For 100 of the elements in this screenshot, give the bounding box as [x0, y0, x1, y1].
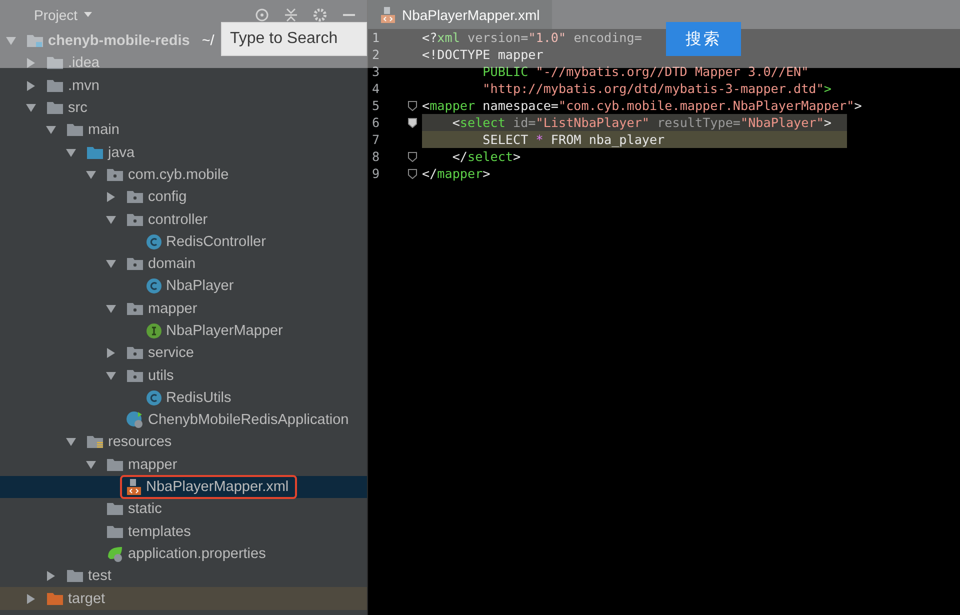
class-icon [146, 390, 162, 406]
line-number: 4 [371, 81, 381, 96]
tree-item-label: .idea [68, 55, 100, 72]
folder-icon [86, 146, 104, 160]
tree-item[interactable]: utils [126, 368, 174, 384]
tree-item[interactable]: main [66, 122, 120, 138]
collapsed-arrow-icon[interactable] [106, 348, 116, 358]
editor-tab[interactable]: NbaPlayerMapper.xml [368, 0, 552, 29]
tree-item-label: NbaPlayer [166, 278, 234, 294]
expanded-arrow-icon[interactable] [66, 437, 76, 448]
package-folder-icon [106, 168, 124, 182]
fold-marker-icon[interactable] [408, 118, 416, 128]
collapsed-arrow-icon[interactable] [106, 192, 116, 202]
search-field[interactable]: Type to Search [221, 22, 367, 56]
tree-item-label: target [68, 590, 106, 607]
xml-file-icon [126, 478, 142, 496]
tree-item-label: controller [148, 212, 208, 228]
minimize-icon[interactable] [343, 13, 355, 17]
tree-item[interactable]: java [86, 144, 135, 161]
line-number: 8 [371, 149, 381, 164]
caret-icon[interactable] [84, 12, 92, 18]
code-line: <!DOCTYPE mapper [422, 46, 544, 63]
line-number: 1 [371, 30, 381, 45]
code-line: </mapper> [422, 165, 490, 182]
folder-icon [46, 101, 64, 116]
excluded-tree-row[interactable]: target [0, 587, 367, 610]
tree-item[interactable]: resources [86, 434, 172, 450]
gear-icon[interactable] [313, 8, 327, 22]
folder-icon [46, 78, 64, 93]
tree-item[interactable]: src [46, 100, 88, 116]
folder-icon [66, 569, 84, 584]
line-number: 9 [371, 166, 381, 181]
tree-item[interactable]: domain [126, 256, 196, 272]
code-line: <?xml version="1.0" encoding= [422, 29, 642, 46]
tree-item[interactable]: config [126, 189, 187, 206]
tab-label: NbaPlayerMapper.xml [402, 6, 540, 22]
tree-item-label: resources [108, 434, 172, 450]
tree-item[interactable]: NbaPlayer [146, 278, 234, 294]
tree-item[interactable]: ChenybMobileRedisApplication [126, 411, 349, 430]
collapse-icon[interactable] [285, 8, 297, 22]
line-number: 5 [371, 98, 381, 113]
tree-item-label: RedisController [166, 234, 266, 250]
collapsed-arrow-icon[interactable] [26, 80, 36, 91]
xml-file-icon [380, 6, 396, 24]
tree-item-label: NbaPlayerMapper.xml [146, 479, 289, 496]
line-number: 3 [371, 64, 381, 79]
interface-icon [146, 323, 162, 339]
tree-item-label: .mvn [68, 78, 100, 94]
selected-tree-row[interactable]: NbaPlayerMapper.xml [0, 476, 367, 498]
target-icon[interactable] [255, 8, 269, 22]
tree-item[interactable]: application.properties [106, 544, 266, 563]
line-number: 7 [371, 132, 381, 147]
tree-item[interactable]: chenyb-mobile-redis ~/ [26, 33, 214, 50]
line-number: 2 [371, 47, 381, 62]
tree-item[interactable]: test [66, 568, 112, 584]
fold-marker-icon[interactable] [408, 100, 416, 110]
tree-item-label: chenyb-mobile-redis [48, 33, 190, 50]
fold-marker-icon[interactable] [408, 168, 416, 178]
expanded-arrow-icon[interactable] [26, 103, 36, 114]
spring-class-icon [126, 411, 144, 430]
collapsed-arrow-icon[interactable] [26, 594, 36, 604]
code-line: "http://mybatis.org/dtd/mybatis-3-mapper.dtd"> [482, 80, 832, 97]
tree-item[interactable]: service [126, 345, 194, 362]
expanded-arrow-icon[interactable] [86, 460, 96, 470]
tree-item[interactable]: mapper [126, 300, 198, 317]
expanded-arrow-icon[interactable] [106, 259, 116, 270]
tree-item-label: static [128, 501, 162, 518]
tree-item-label: templates [128, 524, 191, 540]
tree-item[interactable]: templates [106, 524, 191, 540]
folder-icon [106, 458, 124, 472]
tree-item-label: test [88, 568, 112, 584]
package-folder-icon [126, 346, 144, 360]
tree-item-label: service [148, 345, 194, 362]
tree-item-label: com.cyb.mobile [128, 166, 229, 183]
tree-item-label: mapper [128, 456, 178, 473]
expanded-arrow-icon[interactable] [66, 148, 76, 158]
expanded-arrow-icon[interactable] [106, 370, 116, 381]
tree-item[interactable]: com.cyb.mobile [106, 166, 229, 183]
collapsed-arrow-icon[interactable] [46, 571, 56, 582]
fold-marker-icon[interactable] [408, 152, 416, 162]
tree-item-label: mapper [148, 300, 198, 317]
tree-item[interactable]: controller [126, 212, 208, 228]
tree-item[interactable]: RedisUtils [146, 390, 232, 406]
expanded-arrow-icon[interactable] [106, 214, 116, 225]
tree-item[interactable]: static [106, 501, 162, 518]
tree-item[interactable]: RedisController [146, 234, 266, 250]
folder-icon [46, 56, 64, 70]
project-path: ~/ [202, 33, 214, 50]
expanded-arrow-icon[interactable] [86, 170, 96, 180]
folder-icon [106, 524, 124, 539]
collapsed-arrow-icon[interactable] [26, 58, 36, 68]
tree-item[interactable]: mapper [106, 456, 178, 473]
tree-item-label: main [88, 122, 120, 138]
expanded-arrow-icon[interactable] [46, 125, 56, 136]
search-button[interactable]: 搜索 [666, 22, 741, 56]
tree-item-label: RedisUtils [166, 390, 232, 406]
class-icon [146, 234, 162, 250]
expanded-arrow-icon[interactable] [106, 304, 116, 314]
package-folder-icon [126, 302, 144, 316]
tree-item[interactable]: .mvn [46, 78, 100, 94]
